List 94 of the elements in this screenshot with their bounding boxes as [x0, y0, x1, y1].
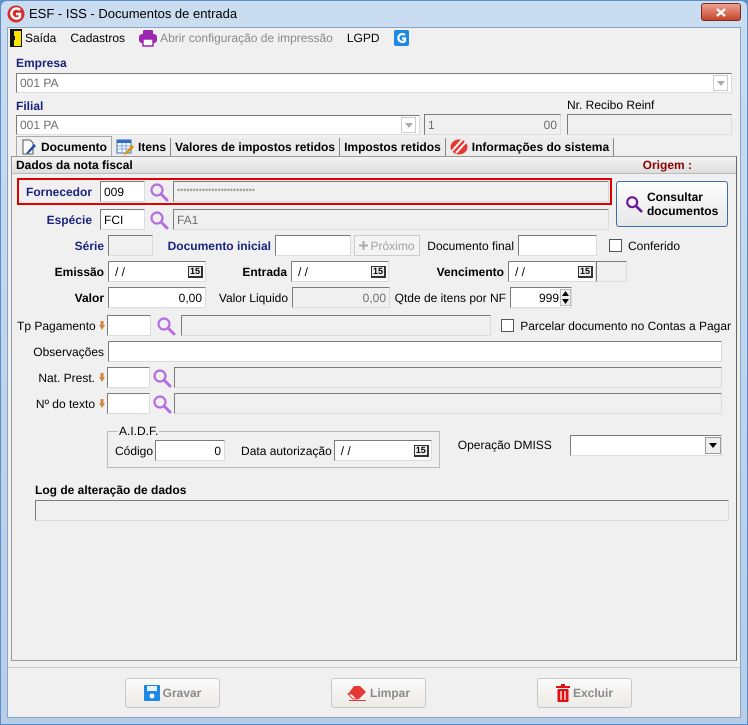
tab[interactable]: Impostos retidos	[340, 138, 446, 156]
calendar-button[interactable]: 15	[188, 266, 203, 278]
field-label: Valor Liquido	[218, 290, 289, 306]
field-label: Documento inicial	[166, 238, 272, 254]
input-field[interactable]	[596, 261, 627, 282]
calendar-button[interactable]: 15	[370, 266, 386, 278]
dmiss-dropdown[interactable]	[570, 434, 722, 456]
date-field[interactable]: / / 15	[108, 261, 206, 282]
search-icon[interactable]	[152, 394, 172, 414]
search-icon[interactable]	[149, 210, 169, 230]
checkbox[interactable]	[501, 319, 514, 332]
field-label: Qtde de itens por NF	[394, 290, 507, 306]
field-label: Nr. Recibo Reinf	[567, 97, 656, 114]
consult-documents-button[interactable]: Consultar documentos	[616, 181, 728, 227]
field-label: Valor	[74, 290, 105, 306]
input-field[interactable]: 0,00	[108, 287, 206, 308]
eraser-icon	[346, 684, 367, 700]
input-field[interactable]: 009	[100, 181, 145, 202]
menu-item[interactable]: Cadastros	[70, 29, 126, 47]
tab[interactable]: Documento	[16, 136, 112, 156]
input-field[interactable]	[181, 315, 492, 336]
input-field[interactable]	[108, 341, 722, 362]
arrow-down-icon	[99, 321, 105, 330]
branch-dropdown[interactable]: 001 PA	[16, 115, 420, 135]
search-icon	[624, 195, 643, 213]
field-label: Código	[115, 442, 154, 460]
input-field[interactable]	[174, 393, 722, 414]
field-label: Log de alteração de dados	[35, 482, 188, 499]
arrow-down-icon	[99, 373, 105, 382]
calendar-button[interactable]: 15	[414, 444, 429, 456]
document-pencil-icon	[21, 138, 37, 154]
menu-item[interactable]: LGPD	[346, 29, 380, 47]
spinner-arrows-icon[interactable]	[560, 289, 571, 306]
field-label: Vencimento	[436, 264, 505, 280]
field-label: Emissão	[54, 264, 105, 280]
close-button[interactable]	[701, 3, 741, 21]
field-label: Série	[74, 238, 105, 254]
search-icon[interactable]	[156, 316, 176, 336]
input-field[interactable]	[35, 500, 729, 521]
spin-field[interactable]: 999	[510, 287, 572, 308]
field-label: Entrada	[241, 264, 288, 280]
input-field[interactable]: 1 00	[424, 114, 561, 135]
field-label: Operação DMISS	[458, 437, 552, 454]
date-field[interactable]: / / 15	[291, 261, 389, 282]
calendar-button[interactable]: 15	[578, 266, 593, 278]
field-label: Filial	[16, 98, 44, 115]
tab[interactable]: Valores de impostos retidos	[171, 138, 340, 156]
tab[interactable]: Itens	[112, 138, 172, 156]
door-icon	[10, 29, 22, 47]
group-title: A.I.D.F.	[118, 423, 160, 440]
field-label: Conferido	[628, 238, 680, 254]
printer-icon	[139, 29, 158, 47]
checkbox[interactable]	[609, 239, 622, 252]
origin-label: Origem :	[642, 157, 692, 174]
field-label: Nat. Prest.	[37, 370, 96, 386]
field-label: Tp Pagamento	[17, 318, 97, 334]
field-label: Data autorização	[241, 442, 332, 460]
window-title: ESF - ISS - Documentos de entrada	[29, 5, 238, 24]
input-field[interactable]: 0	[155, 440, 226, 461]
close-icon	[716, 8, 726, 16]
input-field[interactable]	[107, 315, 152, 336]
menu-item[interactable]: Saída	[10, 29, 56, 47]
striped-circle-icon	[450, 139, 468, 155]
input-field[interactable]	[174, 367, 722, 388]
input-field[interactable]: 0,00	[292, 287, 390, 308]
panel-title: Dados da nota fiscal	[16, 157, 133, 174]
field-label: Documento final	[426, 238, 515, 254]
logo-icon[interactable]	[394, 30, 409, 46]
search-icon[interactable]	[149, 182, 169, 202]
field-label: Empresa	[16, 55, 68, 72]
input-field[interactable]	[567, 114, 732, 135]
field-label: Espécie	[46, 212, 93, 228]
field-label: Observações	[32, 344, 105, 360]
search-icon[interactable]	[152, 368, 172, 388]
input-field[interactable]	[108, 235, 153, 256]
field-label: Parcelar documento no Contas a Pagar	[520, 318, 731, 334]
input-field[interactable]: *************************	[173, 181, 609, 202]
date-field[interactable]: / / 15	[508, 261, 596, 282]
tab[interactable]: Informações do sistema	[446, 138, 614, 156]
arrow-down-icon	[99, 399, 105, 408]
plus-icon	[359, 241, 368, 250]
input-field[interactable]	[518, 235, 597, 256]
input-field[interactable]: FA1	[173, 209, 609, 230]
table-pencil-icon	[116, 139, 134, 155]
field-label: Fornecedor	[24, 184, 93, 200]
trash-icon	[556, 684, 570, 702]
company-dropdown[interactable]: 001 PA	[16, 73, 732, 93]
date-field[interactable]: / / 15	[334, 440, 432, 461]
input-field[interactable]: FCI	[100, 209, 145, 230]
app-logo-icon	[7, 5, 25, 23]
input-field[interactable]	[107, 367, 150, 388]
input-field[interactable]	[275, 235, 351, 256]
field-label: Nº do texto	[34, 396, 96, 412]
input-field[interactable]	[107, 393, 150, 414]
